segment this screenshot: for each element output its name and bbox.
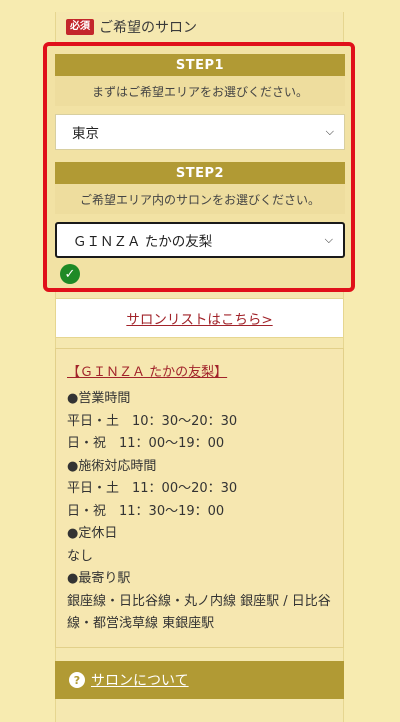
info-line: ●最寄り駅: [67, 571, 131, 586]
salon-list-link-box: サロンリストはこちら>: [55, 298, 344, 338]
salon-list-link[interactable]: サロンリストはこちら>: [126, 308, 272, 328]
chevron-down-icon: ⌵: [325, 125, 334, 138]
question-icon: ?: [69, 672, 85, 688]
salon-name-link[interactable]: 【ＧＩＮＺＡ たかの友梨】: [67, 361, 227, 380]
chevron-down-icon: ⌵: [324, 233, 333, 246]
info-line: ●営業時間: [67, 391, 131, 406]
step1-description: まずはご希望エリアをお選びください。: [55, 76, 345, 106]
check-icon: ✓: [60, 264, 80, 284]
about-salon-bar[interactable]: ? サロンについて: [55, 661, 344, 699]
salon-select[interactable]: ＧＩＮＺＡ たかの友梨 ⌵: [55, 222, 345, 258]
step2-description: ご希望エリア内のサロンをお選びください。: [55, 184, 345, 214]
step2-header: STEP2: [55, 162, 345, 184]
info-line: ●施術対応時間: [67, 458, 157, 474]
info-line: 平日・土 10：30〜20：30: [67, 413, 238, 429]
about-salon-link[interactable]: サロンについて: [91, 670, 189, 690]
area-select-value: 東京: [72, 126, 99, 142]
area-select[interactable]: 東京 ⌵: [55, 114, 345, 150]
required-badge: 必須: [66, 19, 94, 35]
step1-header: STEP1: [55, 54, 345, 76]
salon-selection-highlight: STEP1 まずはご希望エリアをお選びください。 東京 ⌵ STEP2 ご希望エ…: [43, 42, 355, 292]
info-line: 銀座線・日比谷線・丸ノ内線 銀座駅 / 日比谷線・都営浅草線 東銀座駅: [67, 593, 331, 632]
salon-info-box: 【ＧＩＮＺＡ たかの友梨】 ●営業時間 平日・土 10：30〜20：30 日・祝…: [55, 348, 344, 648]
info-line: なし: [67, 548, 94, 564]
info-line: ●定休日: [67, 526, 118, 541]
info-line: 日・祝 11：00〜19：00: [67, 436, 225, 451]
salon-select-value: ＧＩＮＺＡ たかの友梨: [73, 234, 213, 250]
section-title-text: ご希望のサロン: [99, 20, 197, 36]
info-line: 日・祝 11：30〜19：00: [67, 503, 225, 519]
info-line: 平日・土 11：00〜20：30: [67, 481, 238, 496]
salon-section-title: 必須 ご希望のサロン: [66, 17, 197, 37]
